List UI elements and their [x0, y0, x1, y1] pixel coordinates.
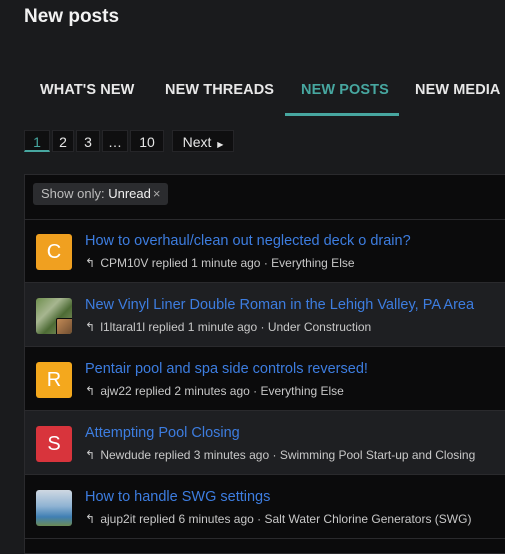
username-link[interactable]: l1ltaral1l — [100, 320, 145, 334]
action-text: replied — [154, 448, 191, 462]
forum-link[interactable]: Swimming Pool Start-up and Closing — [280, 448, 475, 462]
reply-arrow-icon: ↰ — [85, 384, 96, 398]
tab-new-posts[interactable]: NEW POSTS — [301, 82, 389, 98]
forum-link[interactable]: Everything Else — [271, 256, 354, 270]
thread-title-link[interactable]: How to handle SWG settings — [85, 489, 270, 505]
action-text: replied — [139, 512, 176, 526]
avatar[interactable] — [36, 298, 72, 334]
timestamp[interactable]: 3 minutes ago — [194, 448, 269, 462]
forum-link[interactable]: Everything Else — [260, 384, 343, 398]
thread-list-panel: Show only: Unread × C How to overhaul/cle… — [24, 174, 505, 554]
list-item: How to handle SWG settings ↰ ajup2it rep… — [25, 475, 505, 539]
list-item: R Pentair pool and spa side controls rev… — [25, 347, 505, 411]
next-page-button[interactable]: Next ▶ — [172, 130, 234, 152]
thread-title-link[interactable]: Attempting Pool Closing — [85, 425, 240, 441]
page-link-10[interactable]: 10 — [130, 130, 164, 152]
filter-bar: Show only: Unread × — [25, 175, 505, 220]
page-title: New posts — [24, 6, 120, 27]
thread-meta: ↰ ajw22 replied 2 minutes ago · Everythi… — [85, 384, 344, 398]
active-tab-indicator — [285, 113, 399, 116]
filter-prefix: Show only: — [41, 186, 105, 201]
list-item: New Vinyl Liner Double Roman in the Lehi… — [25, 283, 505, 347]
thread-title-link[interactable]: New Vinyl Liner Double Roman in the Lehi… — [85, 297, 474, 313]
thread-meta: ↰ CPM10V replied 1 minute ago · Everythi… — [85, 256, 355, 270]
forum-link[interactable]: Salt Water Chlorine Generators (SWG) — [265, 512, 472, 526]
list-item: S Attempting Pool Closing ↰ Newdude repl… — [25, 411, 505, 475]
thread-title-link[interactable]: Pentair pool and spa side controls rever… — [85, 361, 368, 377]
reply-arrow-icon: ↰ — [85, 512, 96, 526]
reply-arrow-icon: ↰ — [85, 448, 96, 462]
thread-meta: ↰ ajup2it replied 6 minutes ago · Salt W… — [85, 512, 472, 526]
action-text: replied — [135, 384, 172, 398]
avatar[interactable]: R — [36, 362, 72, 398]
timestamp[interactable]: 6 minutes ago — [178, 512, 253, 526]
username-link[interactable]: CPM10V — [100, 256, 148, 270]
thread-meta: ↰ l1ltaral1l replied 1 minute ago · Unde… — [85, 320, 372, 334]
action-text: replied — [151, 256, 188, 270]
page-link-3[interactable]: 3 — [76, 130, 100, 152]
tab-bar: WHAT'S NEW NEW THREADS NEW POSTS NEW MED… — [0, 68, 505, 116]
thread-title-link[interactable]: How to overhaul/clean out neglected deck… — [85, 233, 411, 249]
avatar[interactable]: S — [36, 426, 72, 462]
username-link[interactable]: ajup2it — [100, 512, 135, 526]
reply-arrow-icon: ↰ — [85, 320, 96, 334]
caret-right-icon: ▶ — [217, 140, 224, 149]
action-text: replied — [148, 320, 185, 334]
thread-meta: ↰ Newdude replied 3 minutes ago · Swimmi… — [85, 448, 476, 462]
page-link-1[interactable]: 1 — [24, 130, 50, 152]
tab-whats-new[interactable]: WHAT'S NEW — [40, 82, 134, 98]
timestamp[interactable]: 2 minutes ago — [174, 384, 249, 398]
secondary-avatar[interactable] — [56, 318, 72, 334]
timestamp[interactable]: 1 minute ago — [191, 256, 260, 270]
timestamp[interactable]: 1 minute ago — [188, 320, 257, 334]
tab-new-threads[interactable]: NEW THREADS — [165, 82, 274, 98]
username-link[interactable]: Newdude — [100, 448, 151, 462]
page-link-2[interactable]: 2 — [52, 130, 74, 152]
username-link[interactable]: ajw22 — [100, 384, 131, 398]
tab-new-media[interactable]: NEW MEDIA — [415, 82, 500, 98]
reply-arrow-icon: ↰ — [85, 256, 96, 270]
forum-link[interactable]: Under Construction — [268, 320, 371, 334]
avatar[interactable]: C — [36, 234, 72, 270]
filter-chip-unread[interactable]: Show only: Unread × — [33, 183, 169, 205]
avatar[interactable] — [36, 490, 72, 526]
page-skip-ellipsis[interactable]: … — [102, 130, 128, 152]
filter-value: Unread — [108, 186, 151, 201]
close-icon[interactable]: × — [153, 186, 161, 201]
next-label: Next — [182, 134, 212, 150]
list-item: C How to overhaul/clean out neglected de… — [25, 219, 505, 283]
